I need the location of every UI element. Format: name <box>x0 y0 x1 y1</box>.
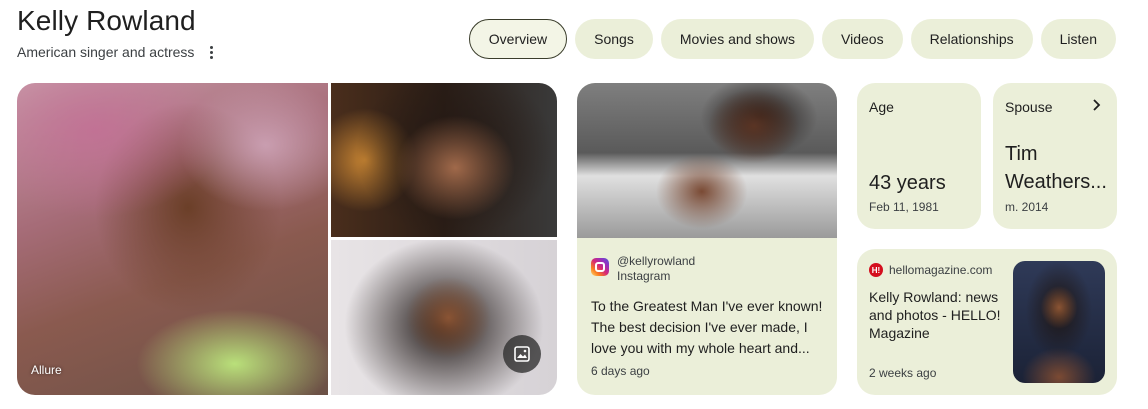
spouse-name-line2: Weathers... <box>1005 171 1107 193</box>
tab-videos[interactable]: Videos <box>822 19 903 59</box>
tab-listen[interactable]: Listen <box>1040 19 1116 59</box>
main-photo[interactable]: Allure <box>17 83 328 395</box>
birth-date: Feb 11, 1981 <box>869 200 939 214</box>
marriage-year: m. 2014 <box>1005 200 1049 214</box>
news-card[interactable]: H! hellomagazine.com Kelly Rowland: news… <box>857 249 1117 395</box>
news-thumbnail <box>1013 261 1105 383</box>
instagram-post-card[interactable]: @kellyrowland Instagram To the Greatest … <box>577 83 837 395</box>
hello-magazine-icon: H! <box>869 263 883 277</box>
image-gallery-icon[interactable] <box>503 335 541 373</box>
page-title: Kelly Rowland <box>17 5 196 36</box>
instagram-handle: @kellyrowland <box>617 254 696 268</box>
instagram-post-time: 6 days ago <box>591 364 650 378</box>
photo-bottom-right[interactable] <box>331 240 557 395</box>
news-source: hellomagazine.com <box>889 263 993 277</box>
age-label: Age <box>869 99 894 115</box>
spouse-card[interactable]: Spouse Tim Weathers... m. 2014 <box>993 83 1117 229</box>
instagram-post-header: @kellyrowland Instagram <box>577 238 837 284</box>
tab-movies-and-shows[interactable]: Movies and shows <box>660 19 815 59</box>
age-value: 43 years <box>869 172 946 194</box>
instagram-post-image <box>577 83 837 238</box>
subtitle-row: American singer and actress <box>17 44 217 60</box>
tab-songs[interactable]: Songs <box>575 19 653 59</box>
instagram-post-text: To the Greatest Man I've ever known! The… <box>591 298 823 356</box>
instagram-platform: Instagram <box>617 269 671 283</box>
age-card: Age 43 years Feb 11, 1981 <box>857 83 981 229</box>
more-vert-icon[interactable] <box>205 44 217 60</box>
photo-source-label: Allure <box>31 363 62 377</box>
tab-relationships[interactable]: Relationships <box>910 19 1033 59</box>
subtitle: American singer and actress <box>17 44 195 60</box>
photo-top-right[interactable] <box>331 83 557 237</box>
spouse-name-line1: Tim <box>1005 143 1038 165</box>
tab-bar: Overview Songs Movies and shows Videos R… <box>468 19 1116 59</box>
spouse-label: Spouse <box>1005 99 1053 115</box>
news-source-row: H! hellomagazine.com <box>869 263 992 277</box>
chevron-right-icon <box>1089 97 1103 115</box>
news-title: Kelly Rowland: news and photos - HELLO! … <box>869 289 1001 341</box>
news-time: 2 weeks ago <box>869 366 937 380</box>
tab-overview[interactable]: Overview <box>468 19 568 59</box>
instagram-icon <box>591 258 609 276</box>
